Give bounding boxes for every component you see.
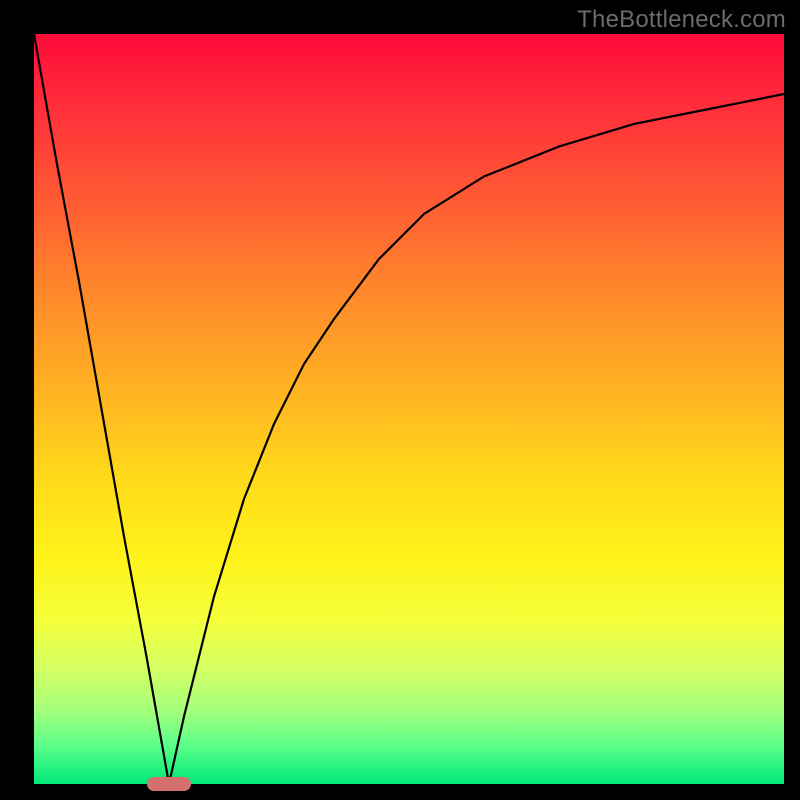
curve-left-branch bbox=[34, 34, 169, 784]
chart-frame: TheBottleneck.com bbox=[0, 0, 800, 800]
minimum-marker bbox=[147, 777, 191, 791]
watermark-text: TheBottleneck.com bbox=[577, 6, 786, 34]
bottleneck-curve bbox=[34, 34, 784, 784]
curve-right-branch bbox=[169, 94, 784, 784]
plot-area bbox=[34, 34, 784, 784]
